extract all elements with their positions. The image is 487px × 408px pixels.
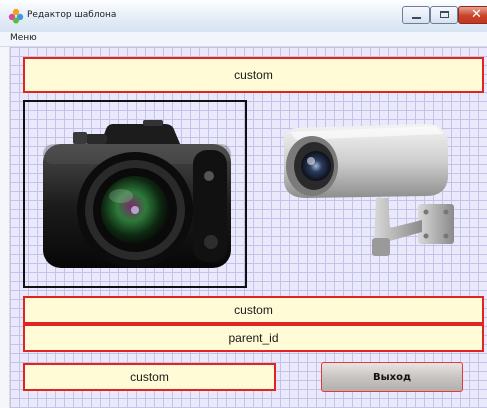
- template-editor-window: Редактор шаблона ✕ Меню custom custom pa…: [0, 0, 487, 408]
- parent-id-field[interactable]: parent_id: [23, 324, 484, 352]
- parent-id-field-label: parent_id: [228, 331, 279, 345]
- custom-field-top[interactable]: custom: [23, 57, 484, 93]
- custom-field-middle[interactable]: custom: [23, 296, 484, 324]
- minimize-icon: [412, 17, 421, 19]
- security-camera-icon: [283, 124, 454, 256]
- minimize-button[interactable]: [402, 6, 430, 24]
- custom-field-bottom[interactable]: custom: [23, 363, 276, 391]
- custom-field-top-label: custom: [234, 68, 273, 82]
- close-icon: ✕: [471, 7, 482, 22]
- maximize-button[interactable]: [430, 6, 458, 24]
- photo-camera-image-frame[interactable]: [23, 100, 247, 288]
- window-title: Редактор шаблона: [27, 10, 117, 20]
- exit-button[interactable]: Выход: [321, 362, 463, 392]
- app-icon: [8, 8, 24, 24]
- menu-bar: Меню: [0, 32, 487, 47]
- exit-button-label: Выход: [372, 371, 412, 383]
- menu-item-menu[interactable]: Меню: [10, 33, 37, 43]
- photo-camera-icon: [43, 120, 231, 268]
- close-button[interactable]: ✕: [458, 6, 487, 24]
- maximize-icon: [440, 11, 449, 18]
- canvas-left-gutter: [0, 47, 10, 408]
- custom-field-middle-label: custom: [234, 303, 273, 317]
- title-bar: Редактор шаблона ✕: [0, 0, 487, 32]
- custom-field-bottom-label: custom: [130, 370, 169, 384]
